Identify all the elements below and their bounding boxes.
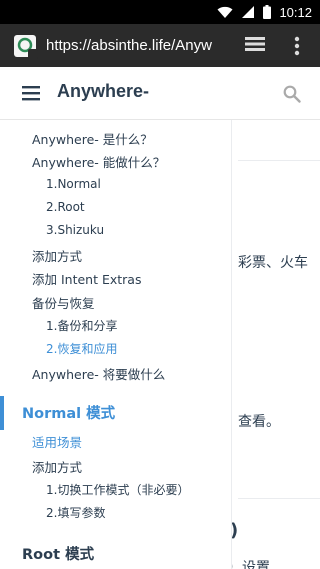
sidebar-item[interactable]: Anywhere- 是什么？: [32, 129, 153, 148]
url-field[interactable]: https://absinthe.life/Anyw: [46, 37, 231, 54]
browser-toolbar: https://absinthe.life/Anyw: [0, 24, 320, 67]
sidebar-item[interactable]: 添加方式: [32, 457, 82, 476]
content-heading: ): [232, 520, 238, 541]
sidebar-item[interactable]: 1.Normal: [46, 177, 101, 191]
sidebar-heading-root[interactable]: Root 模式: [22, 543, 94, 564]
battery-icon: [263, 5, 272, 19]
site-favicon-icon[interactable]: [14, 34, 38, 59]
sidebar-item[interactable]: 添加方式: [32, 246, 82, 265]
sidebar-item[interactable]: 2.填写参数: [46, 504, 105, 521]
divider: [238, 498, 320, 499]
wifi-icon: [217, 6, 233, 18]
sidebar-item[interactable]: 添加 Intent Extras: [32, 269, 141, 288]
sidebar-item[interactable]: 3.Shizuku: [46, 223, 104, 237]
main-content: 彩票、火车 查看。 ) ）设置: [232, 120, 320, 569]
overflow-menu-icon[interactable]: [294, 36, 300, 56]
hamburger-menu-icon[interactable]: [22, 85, 40, 101]
active-section-indicator: [0, 396, 4, 430]
page-header: Anywhere-: [0, 67, 320, 120]
content-text: 彩票、火车: [238, 255, 308, 271]
sidebar-item[interactable]: 备份与恢复: [32, 293, 95, 312]
tabs-icon[interactable]: [245, 37, 265, 53]
sidebar-heading-normal[interactable]: Normal 模式: [22, 402, 115, 423]
page-title[interactable]: Anywhere-: [57, 81, 149, 102]
search-icon[interactable]: [283, 85, 301, 103]
lock-icon: [28, 48, 38, 59]
sidebar-item[interactable]: 1.切换工作模式（非必要）: [46, 481, 189, 498]
sidebar-item[interactable]: 2.Root: [46, 200, 85, 214]
status-bar: 10:12: [0, 0, 320, 24]
sidebar-item[interactable]: Anywhere- 将要做什么: [32, 364, 165, 383]
content-text: ）设置: [232, 560, 270, 569]
sidebar-item[interactable]: 适用场景: [32, 432, 82, 451]
content-text: 查看。: [238, 414, 280, 430]
status-time: 10:12: [279, 4, 312, 20]
sidebar-item[interactable]: Anywhere- 能做什么？: [32, 152, 165, 171]
sidebar-item-active[interactable]: 2.恢复和应用: [46, 340, 117, 357]
sidebar: Anywhere- 是什么？ Anywhere- 能做什么？ 1.Normal …: [0, 120, 232, 569]
sidebar-item[interactable]: 1.备份和分享: [46, 317, 117, 334]
signal-icon: [242, 6, 255, 18]
divider: [238, 160, 320, 161]
